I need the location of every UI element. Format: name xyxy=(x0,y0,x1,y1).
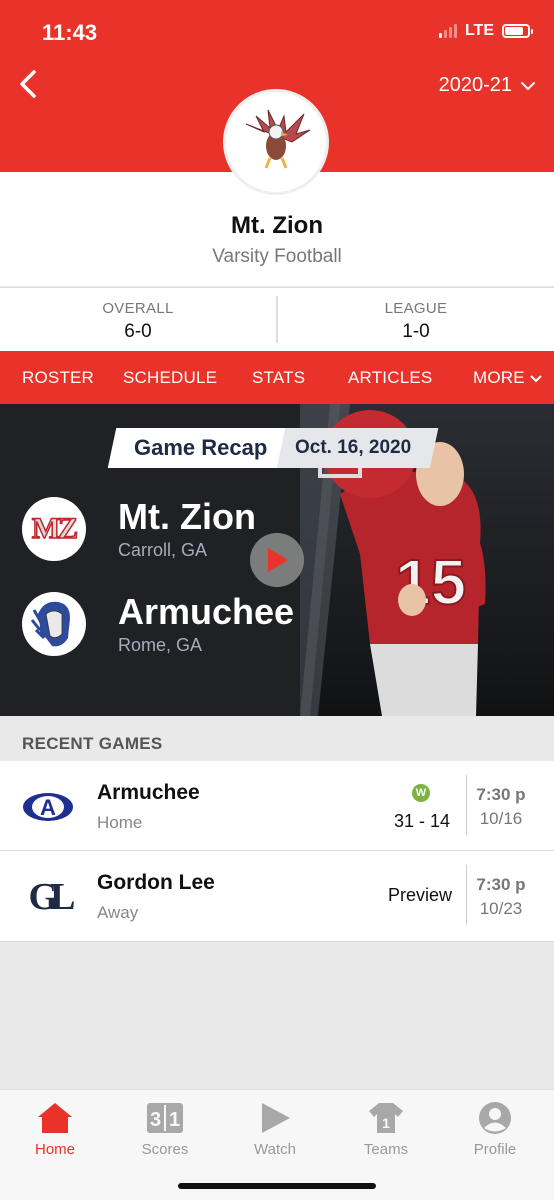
mt-zion-logo: MZ xyxy=(22,496,86,561)
recap-home-name: Mt. Zion xyxy=(118,496,256,537)
league-record: LEAGUE 1-0 xyxy=(278,288,554,351)
team-tabs: ROSTER SCHEDULE STATS ARTICLES MORE xyxy=(0,351,554,404)
game-time: 7:30 p xyxy=(476,875,526,894)
profile-icon xyxy=(479,1102,511,1134)
recap-date: Oct. 16, 2020 xyxy=(295,437,412,458)
tab-articles[interactable]: ARTICLES xyxy=(348,368,432,388)
recap-date-box: Oct. 16, 2020 xyxy=(277,428,438,468)
overall-record: OVERALL 6-0 xyxy=(0,288,276,351)
recap-away-team: Armuchee Rome, GA xyxy=(22,591,294,656)
armuchee-logo xyxy=(22,591,86,656)
watch-play-icon xyxy=(262,1103,290,1133)
gordon-lee-logo: GL xyxy=(22,873,76,921)
svg-text:1: 1 xyxy=(382,1115,390,1131)
game-row[interactable]: A Armuchee Home W 31 - 14 7:30 p 10/16 xyxy=(0,761,554,851)
tab-schedule[interactable]: SCHEDULE xyxy=(123,368,217,388)
nav-watch[interactable]: Watch xyxy=(230,1100,320,1158)
recap-home-team: MZ Mt. Zion Carroll, GA xyxy=(22,496,256,561)
overall-value: 6-0 xyxy=(124,321,152,342)
nav-teams-label: Teams xyxy=(363,1141,409,1158)
indian-head-icon xyxy=(25,594,83,653)
game-location: Home xyxy=(97,813,143,832)
recent-games-title: RECENT GAMES xyxy=(22,734,163,753)
season-label: 2020-21 xyxy=(438,74,512,96)
armuchee-a-logo: A xyxy=(22,783,74,831)
signal-icon xyxy=(438,24,457,38)
home-icon xyxy=(38,1103,72,1133)
game-preview-status: Preview xyxy=(387,885,452,905)
season-selector[interactable]: 2020-21 xyxy=(439,74,536,97)
mt-zion-logo-mark: MZ xyxy=(31,511,79,546)
game-location: Away xyxy=(97,903,139,922)
nav-home[interactable]: Home xyxy=(10,1100,100,1158)
tab-roster[interactable]: ROSTER xyxy=(22,368,94,388)
team-subtitle: Varsity Football xyxy=(212,246,342,267)
back-chevron-icon[interactable] xyxy=(14,66,44,102)
win-badge: W xyxy=(412,784,430,802)
nav-home-label: Home xyxy=(34,1141,75,1158)
play-icon xyxy=(268,548,288,572)
team-logo xyxy=(223,89,329,195)
eagle-mascot-icon xyxy=(245,109,311,169)
status-time: 11:43 xyxy=(42,20,98,45)
game-date: 10/23 xyxy=(479,899,523,918)
chevron-down-icon xyxy=(530,374,542,382)
game-time: 7:30 p xyxy=(476,785,526,804)
game-row[interactable]: GL Gordon Lee Away Preview 7:30 p 10/23 xyxy=(0,851,554,942)
recap-banner: Game Recap Oct. 16, 2020 xyxy=(107,428,438,468)
game-opponent: Gordon Lee xyxy=(97,871,215,894)
nav-profile-label: Profile xyxy=(473,1141,517,1158)
nav-watch-label: Watch xyxy=(254,1141,296,1158)
svg-text:3: 3 xyxy=(150,1109,161,1131)
game-recap-card[interactable]: 15 Game Recap Oct. 16, 2020 MZ Mt. Zion … xyxy=(0,404,554,716)
status-indicators: LTE xyxy=(438,22,533,40)
recap-title: Game Recap xyxy=(134,435,268,460)
record-bar: OVERALL 6-0 LEAGUE 1-0 xyxy=(0,287,554,351)
team-name: Mt. Zion xyxy=(231,212,323,239)
nav-teams[interactable]: 1 Teams xyxy=(341,1100,431,1158)
chevron-down-icon xyxy=(521,81,535,90)
nav-profile[interactable]: Profile xyxy=(450,1100,540,1158)
nav-scores[interactable]: 31 Scores xyxy=(120,1100,210,1158)
recap-away-name: Armuchee xyxy=(118,591,295,632)
status-bar: 11:43 LTE xyxy=(0,0,554,62)
svg-text:1: 1 xyxy=(169,1109,180,1131)
tab-more-label: MORE xyxy=(473,368,525,387)
network-label: LTE xyxy=(464,22,494,39)
game-opponent: Armuchee xyxy=(97,781,200,804)
overall-label: OVERALL xyxy=(102,300,174,317)
jersey-icon: 1 xyxy=(369,1103,403,1133)
play-button[interactable] xyxy=(250,533,304,587)
league-label: LEAGUE xyxy=(384,300,448,317)
game-date: 10/16 xyxy=(479,809,523,828)
league-value: 1-0 xyxy=(402,321,430,342)
tab-stats[interactable]: STATS xyxy=(252,368,305,388)
scoreboard-icon: 31 xyxy=(147,1103,183,1133)
recap-home-location: Carroll, GA xyxy=(118,540,208,560)
recap-away-location: Rome, GA xyxy=(118,635,203,655)
armuchee-logo-letter: A xyxy=(40,795,56,820)
home-indicator xyxy=(178,1183,376,1189)
tab-more[interactable]: MORE xyxy=(473,368,543,388)
game-score: 31 - 14 xyxy=(393,811,450,831)
gordon-lee-logo-mark: GL xyxy=(28,876,76,918)
recent-games-list: A Armuchee Home W 31 - 14 7:30 p 10/16 G… xyxy=(0,761,554,942)
battery-icon xyxy=(502,24,533,38)
nav-scores-label: Scores xyxy=(141,1141,189,1158)
